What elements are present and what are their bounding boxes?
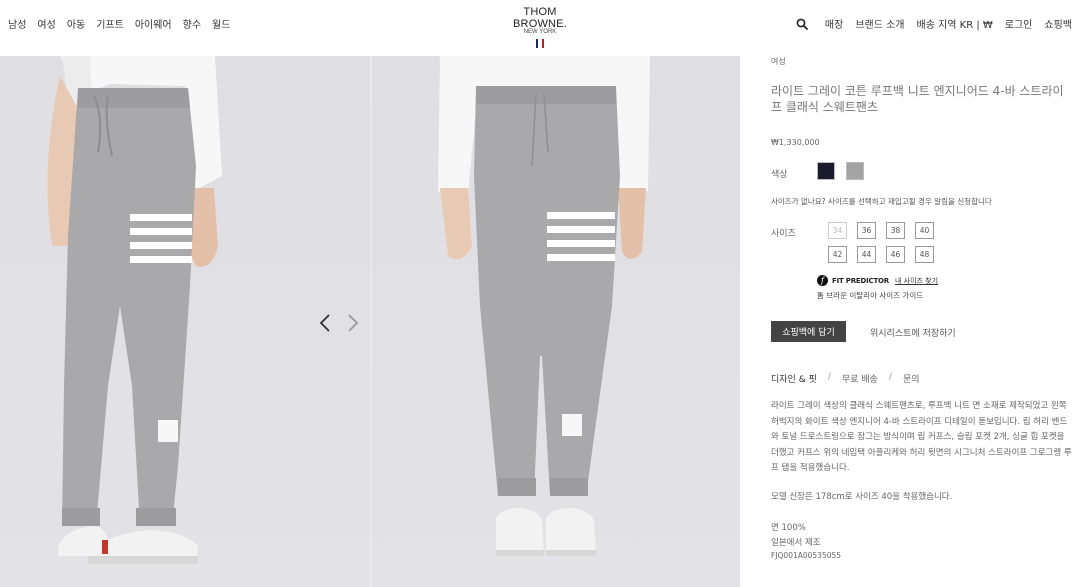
main-nav: 남성 여성 아동 기프트 아이웨어 향수 월드 [8, 16, 230, 31]
size-label: 사이즈 [771, 229, 796, 239]
tab-design-fit[interactable]: 디자인 & 핏 [771, 372, 817, 385]
brand-logo[interactable]: THOM BROWNE. NEW YORK [498, 6, 582, 48]
product-image-gallery[interactable] [0, 56, 740, 587]
utility-nav: 매장 브랜드 소개 배송 지역 KR | ₩ 로그인 쇼핑백 [825, 16, 1072, 31]
nav-login-link[interactable]: 로그인 [1005, 16, 1033, 31]
color-swatch-navy[interactable] [817, 162, 835, 180]
tab-separator: / [827, 372, 831, 382]
color-swatch-grey[interactable] [846, 162, 864, 180]
nav-about-link[interactable]: 브랜드 소개 [855, 16, 904, 31]
size-option[interactable]: 44 [857, 246, 876, 263]
logo-subtitle: NEW YORK [523, 29, 557, 35]
size-option[interactable]: 48 [915, 246, 934, 263]
product-sku: FJQ001A00535055 [771, 551, 842, 560]
product-image-front [47, 56, 222, 564]
size-option[interactable]: 36 [857, 222, 876, 239]
tab-free-shipping[interactable]: 무료 배송 [842, 372, 878, 385]
nav-item-fragrance[interactable]: 향수 [183, 16, 201, 31]
chevron-right-icon[interactable] [346, 313, 360, 333]
size-option[interactable]: 38 [886, 222, 905, 239]
chevron-left-icon[interactable] [318, 313, 332, 333]
fit-predictor-brand: FIT PREDICTOR [832, 276, 889, 285]
size-option[interactable]: 34 [828, 222, 847, 239]
nav-item-world[interactable]: 월드 [212, 16, 230, 31]
add-to-bag-button[interactable]: 쇼핑백에 담기 [771, 321, 846, 342]
material-info: 면 100% [771, 523, 806, 533]
color-label: 색상 [771, 170, 788, 180]
product-description: 라이트 그레이 색상의 클래식 스웨트팬츠로, 루프백 니트 면 소재로 제작되… [771, 401, 1072, 473]
product-title: 라이트 그레이 코튼 루프백 니트 엔지니어드 4-바 스트라이프 클래식 스웨… [771, 84, 1064, 114]
size-option[interactable]: 42 [828, 246, 847, 263]
size-option[interactable]: 40 [915, 222, 934, 239]
product-detail-tabs: 디자인 & 핏 / 무료 배송 / 문의 [771, 372, 920, 385]
tricolor-flag-icon [498, 39, 582, 48]
size-option[interactable]: 46 [886, 246, 905, 263]
origin-info: 일본에서 제조 [771, 538, 821, 548]
nav-stores-link[interactable]: 매장 [825, 16, 843, 31]
fit-predictor: f FIT PREDICTOR 내 사이즈 찾기 [817, 275, 938, 286]
model-info: 모델 신장은 178cm로 사이즈 40을 착용했습니다. [771, 492, 953, 502]
tab-inquiry[interactable]: 문의 [903, 372, 920, 385]
nav-item-eyewear[interactable]: 아이웨어 [135, 16, 172, 31]
nav-shipping-region-link[interactable]: 배송 지역 KR | ₩ [917, 16, 993, 31]
fit-predictor-icon: f [817, 275, 828, 286]
tab-separator: / [888, 372, 892, 382]
find-my-size-link[interactable]: 내 사이즈 찾기 [895, 276, 938, 286]
logo-wordmark: THOM BROWNE. [513, 6, 567, 30]
size-guide-link[interactable]: 톰 브라운 이탈리아 사이즈 가이드 [817, 290, 923, 301]
nav-item-gifts[interactable]: 기프트 [96, 16, 124, 31]
nav-item-men[interactable]: 남성 [8, 16, 26, 31]
save-to-wishlist-button[interactable]: 위시리스트에 저장하기 [870, 326, 956, 339]
nav-shopping-bag-link[interactable]: 쇼핑백 [1044, 16, 1072, 31]
product-image-side [438, 56, 650, 556]
product-category[interactable]: 여성 [771, 56, 786, 67]
nav-item-kids[interactable]: 아동 [67, 16, 85, 31]
search-icon[interactable] [796, 18, 808, 30]
size-notify-notice[interactable]: 사이즈가 없나요? 사이즈를 선택하고 재입고될 경우 알림을 신청합니다 [771, 196, 992, 207]
nav-item-women[interactable]: 여성 [37, 16, 55, 31]
product-price: ₩1,330,000 [771, 138, 820, 147]
site-header: 남성 여성 아동 기프트 아이웨어 향수 월드 THOM BROWNE. NEW… [0, 0, 1080, 56]
